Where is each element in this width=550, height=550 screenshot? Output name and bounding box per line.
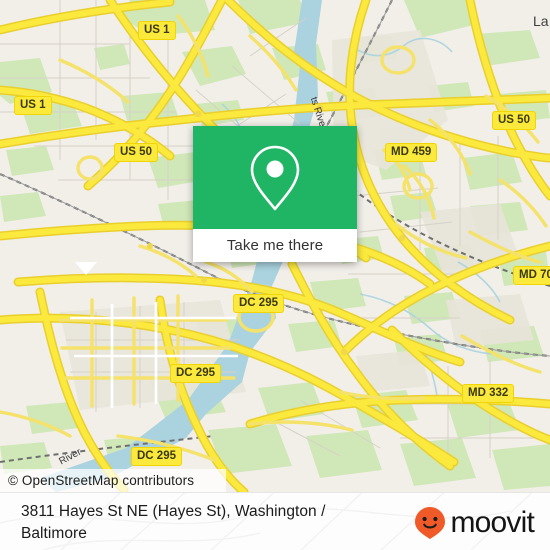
place-label-partial: La bbox=[533, 13, 549, 29]
road-shield-dc-295-mid: DC 295 bbox=[233, 294, 284, 313]
road-shield-md-704: MD 70 bbox=[513, 266, 550, 285]
popup-footer[interactable]: Take me there bbox=[193, 229, 357, 262]
road-shield-md-332: MD 332 bbox=[462, 384, 515, 403]
take-me-there-label: Take me there bbox=[226, 237, 324, 254]
moovit-logo[interactable]: moovit bbox=[414, 506, 535, 540]
road-shield-md-459: MD 459 bbox=[385, 143, 438, 162]
road-shield-dc-295-south: DC 295 bbox=[170, 364, 221, 383]
moovit-pin-icon bbox=[415, 507, 446, 539]
road-shield-us-50-east: US 50 bbox=[492, 111, 536, 130]
road-shield-us-50-west: US 50 bbox=[114, 143, 158, 162]
road-shield-us-1-north: US 1 bbox=[138, 21, 176, 40]
osm-attribution[interactable]: © OpenStreetMap contributors bbox=[0, 469, 226, 492]
moovit-map-screen: US 1 US 1 US 50 US 50 MD 459 MD 70 MD 332 DC 29… bbox=[0, 0, 550, 550]
road-shield-dc-295-lower: DC 295 bbox=[131, 447, 182, 466]
osm-attribution-text: © OpenStreetMap contributors bbox=[8, 473, 195, 488]
popup-header bbox=[193, 126, 357, 229]
road-shield-us-1-west: US 1 bbox=[14, 96, 52, 115]
popup-tail-pointer bbox=[75, 262, 97, 275]
map-canvas[interactable]: US 1 US 1 US 50 US 50 MD 459 MD 70 MD 332 DC 29… bbox=[0, 0, 550, 492]
bottom-info-bar: 3811 Hayes St NE (Hayes St), Washington … bbox=[0, 492, 550, 550]
map-pin-icon bbox=[250, 145, 300, 210]
location-address: 3811 Hayes St NE (Hayes St), Washington … bbox=[21, 503, 326, 542]
location-popup-card[interactable]: Take me there bbox=[193, 126, 357, 262]
moovit-wordmark: moovit bbox=[450, 506, 534, 539]
